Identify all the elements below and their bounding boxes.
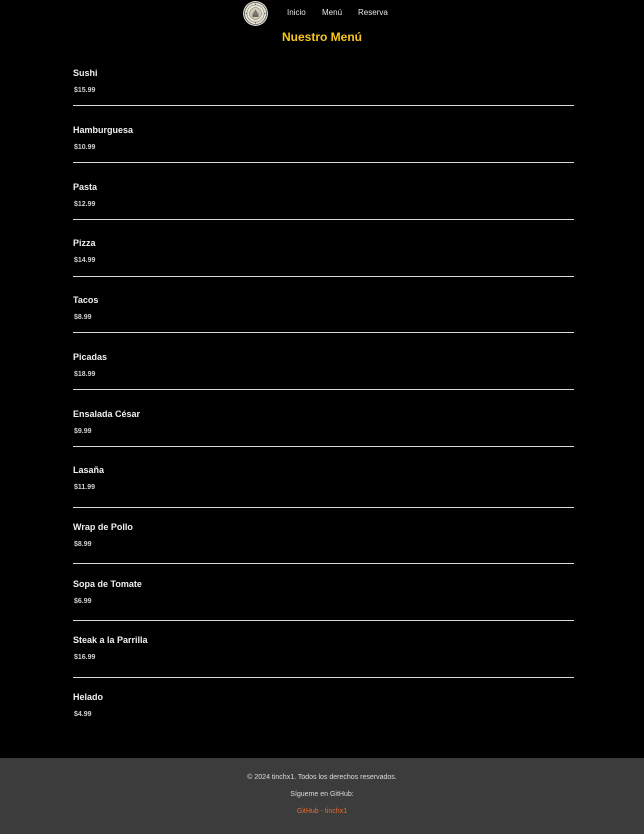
menu-item-price: $9.99 [74, 428, 92, 435]
menu-item-divider [73, 620, 574, 621]
menu-item-price: $18.99 [74, 371, 96, 378]
menu-item-price: $10.99 [74, 144, 96, 151]
menu-item-divider [73, 162, 574, 163]
menu-item-name: Sushi [73, 68, 98, 78]
footer-follow-text: Sígueme en GitHub: [290, 791, 354, 798]
menu-item-price: $12.99 [74, 201, 96, 208]
menu-item-divider [73, 446, 574, 447]
menu-item-name: Lasaña [73, 465, 105, 475]
nav-link-inicio[interactable]: Inicio [287, 9, 306, 17]
menu-item: Lasaña $11.99 [73, 465, 574, 522]
nav-link-menu[interactable]: Menú [322, 9, 342, 17]
menu-item-divider [73, 677, 574, 678]
menu-item: Wrap de Pollo $8.99 [73, 522, 574, 579]
menu-item: Sushi $15.99 [73, 68, 574, 125]
menu-item-price: $11.99 [74, 484, 96, 491]
page: Inicio Menú Reserva Nuestro Menú Sushi $… [0, 0, 644, 834]
menu-item: Hamburguesa $10.99 [73, 125, 574, 182]
menu-item-divider [73, 105, 574, 106]
menu-item-divider [73, 276, 574, 277]
menu-item: Pasta $12.99 [73, 182, 574, 239]
menu-item-name: Picadas [73, 352, 108, 362]
footer-copyright: © 2024 tinchx1. Todos los derechos reser… [247, 774, 397, 781]
menu-item: Steak a la Parrilla $16.99 [73, 635, 574, 692]
menu-item-name: Pizza [73, 238, 96, 248]
menu-item-divider [73, 219, 574, 220]
seal-logo-svg [243, 1, 268, 26]
menu-item: Pizza $14.99 [73, 238, 574, 295]
menu-item-name: Sopa de Tomate [73, 579, 142, 589]
menu-item: Tacos $8.99 [73, 295, 574, 352]
footer: © 2024 tinchx1. Todos los derechos reser… [0, 758, 644, 834]
menu-item-name: Ensalada César [73, 409, 141, 419]
menu-item-divider [73, 332, 574, 333]
nav-link-reserva[interactable]: Reserva [358, 9, 388, 17]
menu-item-name: Tacos [73, 295, 99, 305]
menu-item-divider [73, 563, 574, 564]
menu-item-name: Wrap de Pollo [73, 522, 133, 532]
menu-item-price: $15.99 [74, 87, 96, 94]
menu-item-name: Hamburguesa [73, 125, 134, 135]
menu-item-price: $8.99 [74, 314, 92, 321]
menu-item-name: Helado [73, 692, 104, 702]
menu-item: Ensalada César $9.99 [73, 409, 574, 466]
menu-item: Helado $4.99 [73, 692, 574, 749]
top-nav: Inicio Menú Reserva [0, 0, 644, 26]
menu-item: Picadas $18.99 [73, 352, 574, 409]
menu-item-name: Steak a la Parrilla [73, 635, 148, 645]
menu-item: Sopa de Tomate $6.99 [73, 579, 574, 636]
menu-item-price: $14.99 [74, 257, 96, 264]
menu-item-price: $6.99 [74, 598, 92, 605]
menu-item-divider [73, 389, 574, 390]
menu-item-price: $16.99 [74, 654, 96, 661]
page-title: Nuestro Menú [281, 30, 362, 44]
menu-item-price: $8.99 [74, 541, 92, 548]
menu-item-price: $4.99 [74, 711, 92, 718]
seal-logo-icon[interactable] [243, 1, 268, 26]
github-link[interactable]: GitHub - tinchx1 [0, 808, 644, 816]
menu-item-name: Pasta [73, 182, 98, 192]
menu-item-divider [73, 507, 574, 508]
